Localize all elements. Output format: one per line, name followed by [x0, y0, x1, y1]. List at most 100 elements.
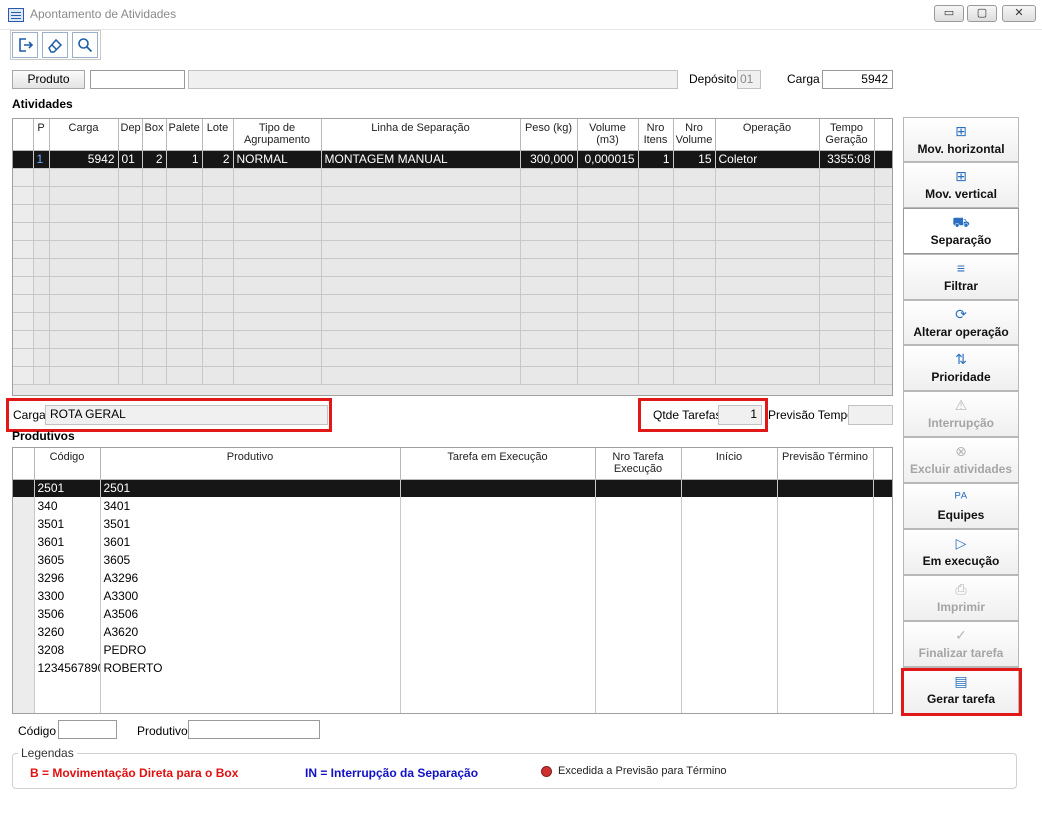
cell-produtivo: ROBERTO: [100, 659, 401, 677]
col-header-tempo-geracao[interactable]: Tempo Geração: [819, 119, 875, 151]
col-header-lote[interactable]: Lote: [202, 119, 234, 151]
col-header-palete[interactable]: Palete: [166, 119, 203, 151]
row-indicator[interactable]: [13, 641, 35, 659]
cell-previsao: [777, 551, 874, 569]
col-header-nro-volume[interactable]: Nro Volume: [673, 119, 716, 151]
atividades-grid[interactable]: P Carga Dep Box Palete Lote Tipo de Agru…: [12, 118, 893, 396]
prioridade-button[interactable]: ⇅ Prioridade: [903, 345, 1019, 391]
col-header-previsao-termino[interactable]: Previsão Término: [777, 448, 874, 480]
empty-cell: [819, 222, 875, 241]
exit-icon[interactable]: [12, 32, 38, 58]
filtrar-button[interactable]: ≡ Filtrar: [903, 254, 1019, 300]
row-indicator[interactable]: [13, 497, 35, 515]
empty-cell: [33, 204, 50, 223]
minimize-button[interactable]: ▭: [934, 5, 964, 22]
empty-cell: [520, 312, 578, 331]
col-header-inicio[interactable]: Início: [681, 448, 778, 480]
empty-cell: [49, 168, 119, 187]
separação-button[interactable]: ⛟ Separação: [903, 208, 1019, 254]
close-button[interactable]: ✕: [1002, 5, 1036, 22]
row-indicator[interactable]: [13, 587, 35, 605]
empty-cell: [118, 276, 143, 295]
empty-cell: [142, 186, 167, 205]
alterar-operação-button[interactable]: ⟳ Alterar operação: [903, 300, 1019, 345]
produtivo-field[interactable]: [188, 720, 320, 739]
mov-vertical-button[interactable]: ⊞ Mov. vertical: [903, 162, 1019, 208]
empty-cell: [13, 204, 34, 223]
col-header-codigo[interactable]: Código: [34, 448, 101, 480]
table-row[interactable]: 1234567890 ROBERTO: [13, 659, 892, 677]
table-row[interactable]: 3605 3605: [13, 551, 892, 569]
produto-code-field[interactable]: [90, 70, 185, 89]
empty-cell: [321, 258, 521, 277]
col-header-peso[interactable]: Peso (kg): [520, 119, 578, 151]
search-icon[interactable]: [72, 32, 98, 58]
table-row[interactable]: 3506 A3506: [13, 605, 892, 623]
empty-cell: [874, 366, 892, 385]
empty-cell: [13, 276, 34, 295]
empty-cell: [715, 366, 820, 385]
imprimir-button[interactable]: ⎙ Imprimir: [903, 575, 1019, 621]
row-indicator[interactable]: [13, 605, 35, 623]
row-indicator[interactable]: [13, 533, 35, 551]
table-row[interactable]: 340 3401: [13, 497, 892, 515]
row-indicator[interactable]: [13, 150, 34, 169]
interrupção-button[interactable]: ⚠ Interrupção: [903, 391, 1019, 437]
col-header-p[interactable]: P: [33, 119, 50, 151]
produto-button[interactable]: Produto: [12, 70, 85, 89]
table-row[interactable]: 3260 A3620: [13, 623, 892, 641]
empty-row: [13, 330, 892, 349]
row-indicator[interactable]: [13, 659, 35, 677]
mov-horizontal-button[interactable]: ⊞ Mov. horizontal: [903, 117, 1019, 162]
table-row[interactable]: 3300 A3300: [13, 587, 892, 605]
col-header-box[interactable]: Box: [142, 119, 167, 151]
row-indicator[interactable]: [13, 515, 35, 533]
equipes-button[interactable]: ᴾᴬ Equipes: [903, 483, 1019, 529]
col-header-dep[interactable]: Dep: [118, 119, 143, 151]
empty-cell: [321, 294, 521, 313]
table-row[interactable]: 3208 PEDRO: [13, 641, 892, 659]
table-row[interactable]: 1 5942 01 2 1 2 NORMAL MONTAGEM MANUAL 3…: [13, 150, 892, 169]
cell-codigo: 2501: [34, 479, 101, 497]
finalizar-tarefa-button[interactable]: ✓ Finalizar tarefa: [903, 621, 1019, 667]
grid-icon: ⊞: [955, 168, 967, 184]
excluir-atividades-button[interactable]: ⊗ Excluir atividades: [903, 437, 1019, 483]
cell-tarefa-execucao: [400, 569, 596, 587]
empty-cell: [142, 258, 167, 277]
maximize-button[interactable]: ▢: [967, 5, 997, 22]
codigo-field[interactable]: [58, 720, 117, 739]
empty-cell: [874, 222, 892, 241]
empty-cell: [638, 168, 674, 187]
table-row[interactable]: 3296 A3296: [13, 569, 892, 587]
col-header-tipo-agrupamento[interactable]: Tipo de Agrupamento: [233, 119, 322, 151]
col-header-tarefa-execucao[interactable]: Tarefa em Execução: [400, 448, 596, 480]
empty-cell: [49, 330, 119, 349]
row-indicator[interactable]: [13, 479, 35, 497]
eraser-icon[interactable]: [42, 32, 68, 58]
empty-cell: [673, 276, 716, 295]
col-header-linha-separacao[interactable]: Linha de Separação: [321, 119, 521, 151]
em-execução-button[interactable]: ▷ Em execução: [903, 529, 1019, 575]
atividades-title: Atividades: [12, 97, 73, 111]
row-indicator[interactable]: [13, 551, 35, 569]
row-indicator[interactable]: [13, 623, 35, 641]
col-header-volume[interactable]: Volume (m3): [577, 119, 639, 151]
col-header-produtivo[interactable]: Produtivo: [100, 448, 401, 480]
cell-empty: [873, 551, 892, 569]
empty-cell: [202, 258, 234, 277]
table-row[interactable]: 3601 3601: [13, 533, 892, 551]
row-indicator[interactable]: [13, 569, 35, 587]
produtivos-grid[interactable]: Código Produtivo Tarefa em Execução Nro …: [12, 447, 893, 714]
table-row[interactable]: 2501 2501: [13, 479, 892, 497]
col-header-nro-itens[interactable]: Nro Itens: [638, 119, 674, 151]
col-header-nro-tarefa-execucao[interactable]: Nro Tarefa Execução: [595, 448, 682, 480]
col-header-carga[interactable]: Carga: [49, 119, 119, 151]
cell-produtivo: A3506: [100, 605, 401, 623]
empty-cell: [577, 186, 639, 205]
carga-field[interactable]: 5942: [822, 70, 893, 89]
empty-cell: [233, 222, 322, 241]
empty-cell: [33, 312, 50, 331]
col-header-operacao[interactable]: Operação: [715, 119, 820, 151]
table-row[interactable]: 3501 3501: [13, 515, 892, 533]
team-icon: ᴾᴬ: [954, 489, 968, 505]
